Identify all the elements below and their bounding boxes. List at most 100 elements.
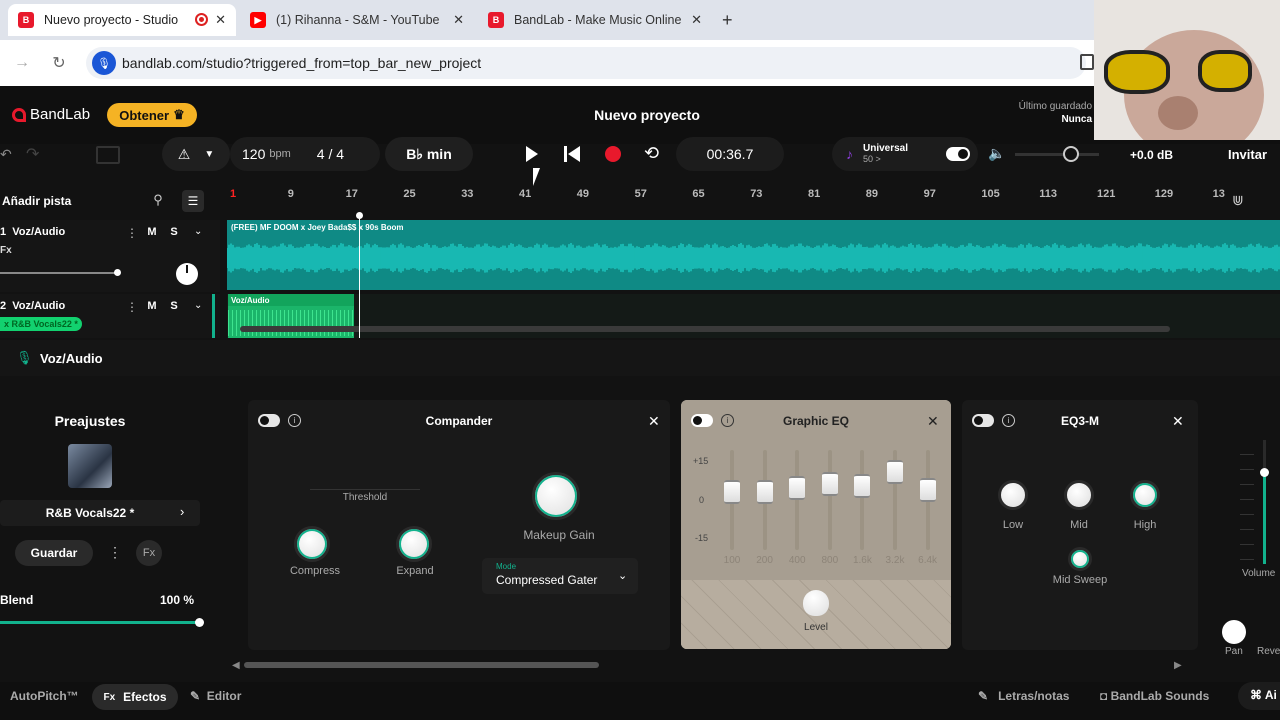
expand-knob[interactable]	[396, 526, 432, 562]
close-tab-icon[interactable]: ✕	[453, 12, 464, 28]
tempo-value[interactable]: 120	[242, 146, 265, 162]
tab-youtube[interactable]: ▶ (1) Rihanna - S&M - YouTube ✕	[240, 4, 474, 36]
redo-icon[interactable]: ↷	[26, 144, 39, 164]
new-tab-button[interactable]: +	[722, 10, 733, 31]
ruler-marker: 13	[1212, 188, 1225, 200]
autopitch-tab[interactable]: AutoPitch™	[10, 689, 79, 703]
track-name-1[interactable]: 1 Voz/Audio	[0, 226, 65, 238]
effects-tab[interactable]: Fx Efectos	[92, 684, 178, 710]
track-name-2[interactable]: 2 Voz/Audio	[0, 300, 65, 312]
scroll-right-icon[interactable]: ▶	[1174, 660, 1182, 671]
get-button[interactable]: Obtener ♛	[107, 103, 197, 127]
low-knob[interactable]	[998, 480, 1028, 510]
scroll-left-icon[interactable]: ◀	[232, 660, 240, 671]
eq-band-handle[interactable]	[919, 478, 936, 502]
preset-thumbnail[interactable]	[68, 444, 112, 488]
eq3m-title: EQ3-M	[1060, 414, 1099, 428]
editor-tab[interactable]: ✎ Editor	[190, 689, 241, 703]
universal-toggle[interactable]	[946, 147, 970, 161]
track-volume-slider[interactable]	[0, 269, 121, 276]
fx-label[interactable]: Fx	[0, 245, 12, 256]
add-track-button[interactable]: Añadir pista	[2, 194, 71, 208]
eq-band-handle[interactable]	[854, 474, 871, 498]
forward-icon[interactable]: →	[10, 51, 34, 75]
loop-icon[interactable]: ⟲	[644, 143, 659, 164]
blend-slider[interactable]	[0, 618, 204, 627]
metronome-button[interactable]: ⚠ ▼	[162, 137, 230, 171]
mid-knob[interactable]	[1064, 480, 1094, 510]
close-icon[interactable]: ✕	[1172, 413, 1184, 430]
eq-band-slider[interactable]	[860, 450, 865, 550]
solo-button[interactable]: S	[166, 300, 182, 312]
slider-thumb[interactable]	[114, 269, 121, 276]
slider-thumb[interactable]	[1063, 146, 1079, 162]
eq-band-handle[interactable]	[887, 460, 903, 484]
preset-badge[interactable]: x R&B Vocals22 *	[0, 317, 82, 331]
timeline-ruler[interactable]: 1 9 17 25 33 41 49 57 65 73 81 89 97 105 113 121 129 13	[224, 184, 1280, 214]
slider-thumb[interactable]	[1260, 468, 1269, 477]
record-button[interactable]	[605, 146, 621, 162]
tempo-timesig[interactable]: 120 bpm 4 / 4	[230, 137, 380, 171]
track-menu-icon[interactable]: ⋮	[126, 300, 138, 314]
keyboard-icon[interactable]	[96, 146, 120, 164]
magnet-icon[interactable]: ⋓	[1232, 192, 1244, 209]
effects-scrollbar[interactable]	[244, 662, 599, 668]
mute-button[interactable]: M	[144, 226, 160, 238]
close-icon[interactable]: ✕	[648, 413, 660, 430]
tab-bandlab[interactable]: B BandLab - Make Music Online ✕	[478, 4, 712, 36]
play-icon[interactable]	[522, 144, 542, 164]
lyrics-button[interactable]: ✎ Letras/notas	[978, 689, 1069, 703]
compress-knob[interactable]	[294, 526, 330, 562]
rewind-to-start-icon[interactable]	[564, 146, 582, 162]
chevron-down-icon[interactable]: ⌄	[194, 300, 202, 311]
mid-sweep-knob[interactable]	[1068, 547, 1092, 571]
volume-fader[interactable]	[1260, 440, 1269, 564]
pan-knob[interactable]	[1222, 620, 1246, 644]
playhead-handle[interactable]	[356, 212, 363, 219]
eq-band-handle[interactable]	[789, 476, 806, 500]
eq-band-label: 1.6k	[852, 555, 872, 566]
reload-icon[interactable]: ↻	[47, 51, 71, 75]
mixer-icon[interactable]: ☰	[182, 190, 204, 212]
undo-icon[interactable]: ↶	[0, 146, 12, 163]
more-options-icon[interactable]: ⋮	[108, 544, 122, 561]
eq-band-handle[interactable]	[821, 472, 838, 496]
microphone-icon[interactable]: 🎙	[92, 51, 116, 75]
save-preset-button[interactable]: Guardar	[15, 540, 93, 566]
chevron-down-icon[interactable]: ⌄	[194, 226, 202, 237]
volume-icon[interactable]: 🔈	[988, 145, 1005, 162]
bandlab-sounds-button[interactable]: ◘ BandLab Sounds	[1100, 689, 1209, 703]
audio-clip-1[interactable]: (FREE) MF DOOM x Joey Bada$$ x 90s Boom	[227, 220, 1280, 290]
bandlab-logo[interactable]: BandLab	[12, 106, 90, 123]
fx-bypass-icon[interactable]: Fx	[136, 540, 162, 566]
eq-band-handle[interactable]	[756, 480, 773, 504]
url-field[interactable]: bandlab.com/studio?triggered_from=top_ba…	[86, 47, 1086, 79]
makeup-gain-knob[interactable]	[532, 472, 580, 520]
pan-knob[interactable]	[176, 263, 198, 285]
playhead[interactable]	[359, 216, 360, 338]
ai-button[interactable]: ⌘ Ai	[1238, 682, 1280, 710]
project-title[interactable]: Nuevo proyecto	[540, 107, 754, 123]
extension-icon[interactable]	[1080, 54, 1094, 70]
mode-dropdown[interactable]: Mode Compressed Gater ⌄	[482, 558, 638, 594]
preset-selector[interactable]: R&B Vocals22 * ›	[0, 500, 200, 526]
close-tab-icon[interactable]: ✕	[691, 12, 702, 28]
tuning-fork-icon[interactable]: ⚲	[148, 192, 168, 212]
level-knob[interactable]	[803, 590, 829, 616]
track-menu-icon[interactable]: ⋮	[126, 226, 138, 240]
eq-band-slider[interactable]	[795, 450, 800, 550]
solo-button[interactable]: S	[166, 226, 182, 238]
close-tab-icon[interactable]: ✕	[215, 12, 226, 28]
invite-button[interactable]: Invitar	[1228, 147, 1267, 162]
time-signature[interactable]: 4 / 4	[317, 146, 344, 162]
key-selector[interactable]: B♭ min	[385, 137, 473, 171]
tab-studio[interactable]: B Nuevo proyecto - Studio ✕	[8, 4, 236, 36]
mode-value: Compressed Gater	[496, 573, 598, 587]
eq-band-handle[interactable]	[724, 480, 740, 504]
master-volume-slider[interactable]	[1015, 146, 1099, 162]
eq-band-slider[interactable]	[827, 450, 832, 550]
timeline-scrollbar[interactable]	[240, 326, 1170, 332]
slider-thumb[interactable]	[195, 618, 204, 627]
mute-button[interactable]: M	[144, 300, 160, 312]
high-knob[interactable]	[1130, 480, 1160, 510]
